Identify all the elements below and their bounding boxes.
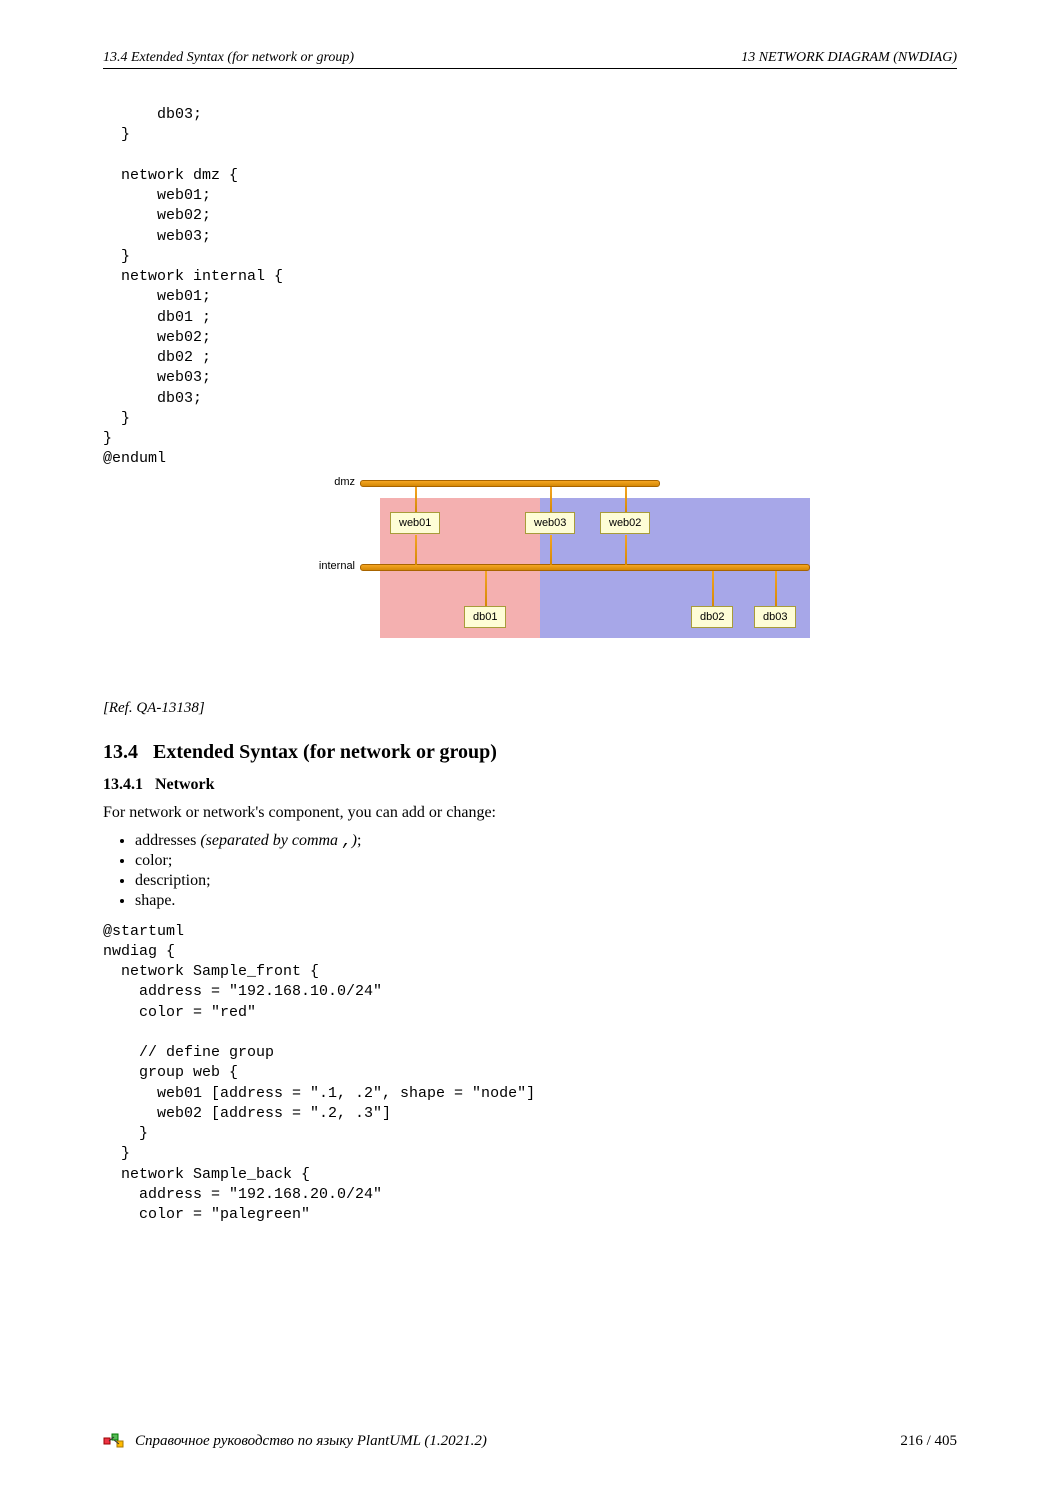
node-web02: web02 bbox=[600, 512, 650, 534]
node-db03: db03 bbox=[754, 606, 796, 628]
page: 13.4 Extended Syntax (for network or gro… bbox=[0, 0, 1060, 1500]
section-number: 13.4 bbox=[103, 741, 138, 763]
bullet-text-italic: (separated by comma bbox=[200, 832, 342, 849]
node-db01: db01 bbox=[464, 606, 506, 628]
header-left: 13.4 Extended Syntax (for network or gro… bbox=[103, 50, 354, 66]
vline bbox=[625, 535, 627, 565]
bullet-list: addresses (separated by comma ,); color;… bbox=[135, 832, 957, 910]
reference-link: [Ref. QA-13138] bbox=[103, 700, 957, 717]
subsection-title: Network bbox=[155, 776, 215, 793]
header-right: 13 NETWORK DIAGRAM (NWDIAG) bbox=[741, 50, 957, 66]
vline bbox=[550, 535, 552, 565]
bullet-text: addresses bbox=[135, 832, 200, 849]
dmz-label: dmz bbox=[305, 476, 355, 488]
vline bbox=[625, 487, 627, 512]
diagram-wrap: dmz internal web01 web03 web02 db01 db02 bbox=[103, 480, 957, 660]
section-title: Extended Syntax (for network or group) bbox=[153, 741, 497, 763]
internal-label: internal bbox=[305, 560, 355, 572]
vline bbox=[485, 571, 487, 606]
network-diagram: dmz internal web01 web03 web02 db01 db02 bbox=[250, 480, 810, 660]
page-footer: Справочное руководство по языку PlantUML… bbox=[103, 1432, 957, 1450]
internal-bar bbox=[360, 564, 810, 571]
list-item: description; bbox=[135, 872, 957, 890]
running-header: 13.4 Extended Syntax (for network or gro… bbox=[103, 50, 957, 69]
intro-text: For network or network's component, you … bbox=[103, 804, 957, 822]
footer-page-number: 216 / 405 bbox=[900, 1433, 957, 1450]
vline bbox=[415, 535, 417, 565]
code-block-2: @startuml nwdiag { network Sample_front … bbox=[103, 922, 957, 1226]
bullet-comma: , bbox=[342, 832, 352, 850]
footer-left: Справочное руководство по языку PlantUML… bbox=[103, 1432, 487, 1450]
subsection-heading: 13.4.1 Network bbox=[103, 776, 957, 794]
vline bbox=[550, 487, 552, 512]
footer-title: Справочное руководство по языку PlantUML… bbox=[135, 1433, 487, 1450]
node-web01: web01 bbox=[390, 512, 440, 534]
dmz-bar bbox=[360, 480, 660, 487]
list-item: shape. bbox=[135, 892, 957, 910]
list-item: color; bbox=[135, 852, 957, 870]
subsection-number: 13.4.1 bbox=[103, 776, 143, 793]
vline bbox=[415, 487, 417, 512]
section-heading: 13.4 Extended Syntax (for network or gro… bbox=[103, 741, 957, 764]
list-item: addresses (separated by comma ,); bbox=[135, 832, 957, 850]
node-web03: web03 bbox=[525, 512, 575, 534]
vline bbox=[775, 571, 777, 606]
vline bbox=[712, 571, 714, 606]
plantuml-logo-icon bbox=[103, 1432, 127, 1450]
node-db02: db02 bbox=[691, 606, 733, 628]
bullet-semi: ; bbox=[357, 832, 361, 849]
code-block-1: db03; } network dmz { web01; web02; web0… bbox=[103, 105, 957, 470]
